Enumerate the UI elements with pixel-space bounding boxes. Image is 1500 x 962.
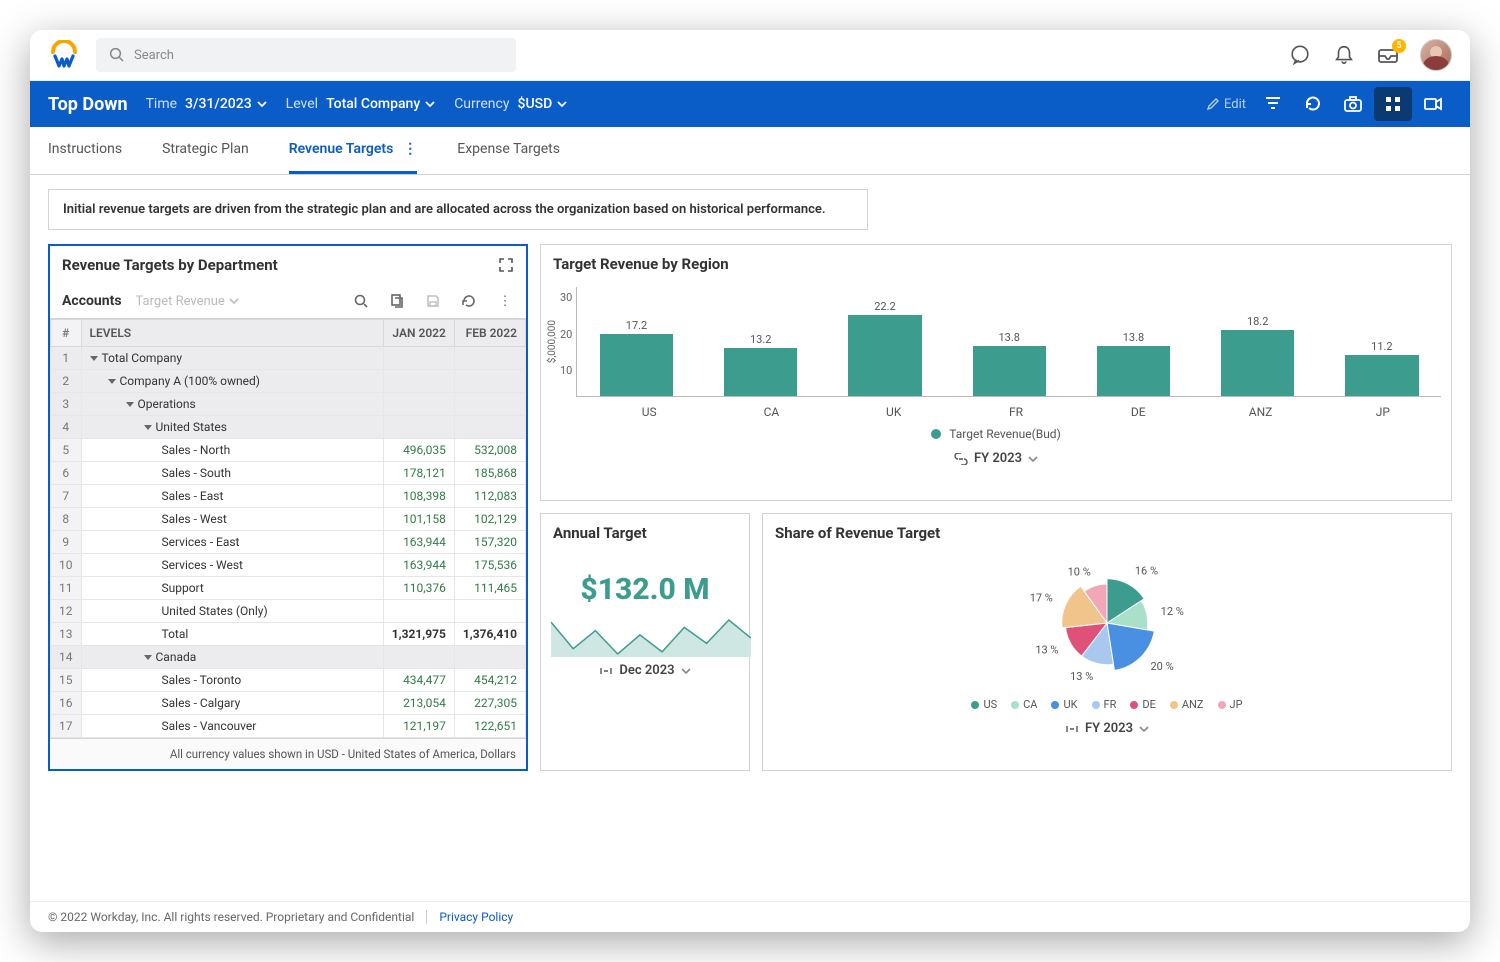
search-placeholder: Search <box>134 48 174 63</box>
sparkline <box>551 617 751 657</box>
col-feb[interactable]: FEB 2022 <box>454 320 525 347</box>
expand-icon[interactable] <box>498 257 514 273</box>
table-row[interactable]: 2Company A (100% owned) <box>51 370 526 393</box>
bar-chart: 17.213.222.213.813.818.211.2 <box>576 287 1441 397</box>
chevron-down-icon <box>256 98 268 110</box>
annual-period-selector[interactable]: Dec 2023 <box>541 657 749 688</box>
table-row[interactable]: 17Sales - Vancouver121,197122,651 <box>51 715 526 738</box>
annual-target-card: Annual Target $132.0 M Dec 2023 <box>540 513 750 771</box>
target-revenue-by-region-card: Target Revenue by Region $,000,000 30201… <box>540 244 1452 501</box>
link-icon <box>599 665 613 677</box>
workday-logo[interactable] <box>48 39 80 71</box>
card-title: Revenue Targets by Department <box>62 256 278 274</box>
bar-legend: Target Revenue(Bud) <box>541 419 1451 445</box>
filter-icon[interactable] <box>1254 87 1292 121</box>
svg-text:17 %: 17 % <box>1030 592 1053 605</box>
table-row[interactable]: 7Sales - East108,398112,083 <box>51 485 526 508</box>
refresh-icon[interactable] <box>460 292 478 310</box>
chat-icon[interactable] <box>1288 43 1312 67</box>
chevron-down-icon <box>1139 724 1149 734</box>
bell-icon[interactable] <box>1332 43 1356 67</box>
table-row[interactable]: 15Sales - Toronto434,477454,212 <box>51 669 526 692</box>
chevron-down-icon <box>681 666 691 676</box>
table-row[interactable]: 9Services - East163,944157,320 <box>51 531 526 554</box>
accounts-label: Accounts <box>62 293 122 309</box>
svg-text:12 %: 12 % <box>1161 605 1184 618</box>
card-title: Annual Target <box>553 524 647 542</box>
y-axis-title: $,000,000 <box>547 320 558 363</box>
link-icon <box>1065 723 1079 735</box>
svg-text:10 %: 10 % <box>1068 565 1091 578</box>
card-title: Share of Revenue Target <box>775 524 940 542</box>
dashboard-view-icon[interactable] <box>1374 87 1412 121</box>
table-footer-note: All currency values shown in USD - Unite… <box>50 738 526 769</box>
bar-period-selector[interactable]: FY 2023 <box>541 445 1451 476</box>
table-row[interactable]: 8Sales - West101,158102,129 <box>51 508 526 531</box>
card-title: Target Revenue by Region <box>553 255 729 273</box>
info-banner: Initial revenue targets are driven from … <box>48 189 868 230</box>
col-levels: LEVELS <box>81 320 383 347</box>
revenue-table[interactable]: # LEVELS JAN 2022 FEB 2022 1Total Compan… <box>50 319 526 738</box>
pencil-icon <box>1206 97 1220 111</box>
col-jan[interactable]: JAN 2022 <box>383 320 454 347</box>
currency-selector[interactable]: Currency $USD <box>454 96 568 112</box>
table-row[interactable]: 5Sales - North496,035532,008 <box>51 439 526 462</box>
time-selector[interactable]: Time 3/31/2023 <box>146 96 268 112</box>
link-icon <box>954 453 968 465</box>
save-icon[interactable] <box>424 292 442 310</box>
inbox-icon[interactable]: 5 <box>1376 43 1400 67</box>
search-icon[interactable] <box>352 292 370 310</box>
target-revenue-select[interactable]: Target Revenue <box>136 294 239 309</box>
search-icon <box>108 46 126 64</box>
col-num: # <box>51 320 82 347</box>
tab-instructions[interactable]: Instructions <box>48 127 122 174</box>
video-icon[interactable] <box>1414 87 1452 121</box>
table-row[interactable]: 3Operations <box>51 393 526 416</box>
kebab-icon[interactable]: ⋮ <box>403 141 417 157</box>
camera-icon[interactable] <box>1334 87 1372 121</box>
chevron-down-icon <box>229 296 239 306</box>
revenue-targets-table-card: Revenue Targets by Department Accounts T… <box>48 244 528 771</box>
table-row[interactable]: 11Support110,376111,465 <box>51 577 526 600</box>
share-of-revenue-target-card: Share of Revenue Target 16 % 12 % 20 % 13 %… <box>762 513 1452 771</box>
y-axis-ticks: 302010 <box>560 287 576 397</box>
refresh-icon[interactable] <box>1294 87 1332 121</box>
avatar[interactable] <box>1420 39 1452 71</box>
table-row[interactable]: 4United States <box>51 416 526 439</box>
pie-period-selector[interactable]: FY 2023 <box>763 715 1451 746</box>
privacy-policy-link[interactable]: Privacy Policy <box>439 910 513 924</box>
inbox-badge: 5 <box>1392 39 1406 53</box>
pie-chart: 16 % 12 % 20 % 13 % 13 % 17 % 10 % <box>987 558 1227 688</box>
svg-text:13 %: 13 % <box>1070 670 1093 683</box>
table-row[interactable]: 12United States (Only) <box>51 600 526 623</box>
table-row[interactable]: 14Canada <box>51 646 526 669</box>
table-row[interactable]: 13Total1,321,9751,376,410 <box>51 623 526 646</box>
table-row[interactable]: 1Total Company <box>51 347 526 370</box>
tab-revenue-targets[interactable]: Revenue Targets ⋮ <box>289 127 418 174</box>
page-title: Top Down <box>48 94 128 115</box>
svg-text:13 %: 13 % <box>1035 643 1058 656</box>
table-row[interactable]: 16Sales - Calgary213,054227,305 <box>51 692 526 715</box>
copy-icon[interactable] <box>388 292 406 310</box>
svg-text:16 %: 16 % <box>1135 565 1158 578</box>
chevron-down-icon <box>424 98 436 110</box>
annual-target-value: $132.0 M <box>541 552 749 617</box>
table-row[interactable]: 6Sales - South178,121185,868 <box>51 462 526 485</box>
footer-copyright: © 2022 Workday, Inc. All rights reserved… <box>48 910 414 924</box>
table-row[interactable]: 10Services - West163,944175,536 <box>51 554 526 577</box>
edit-button[interactable]: Edit <box>1206 97 1246 112</box>
chevron-down-icon <box>1028 454 1038 464</box>
tab-strategic-plan[interactable]: Strategic Plan <box>162 127 249 174</box>
level-selector[interactable]: Level Total Company <box>286 96 437 112</box>
svg-text:20 %: 20 % <box>1150 660 1173 673</box>
tab-expense-targets[interactable]: Expense Targets <box>457 127 560 174</box>
kebab-icon[interactable]: ⋮ <box>496 292 514 310</box>
pie-legend: USCAUKFRDEANZJP <box>763 692 1451 715</box>
chevron-down-icon <box>556 98 568 110</box>
search-input[interactable]: Search <box>96 38 516 72</box>
